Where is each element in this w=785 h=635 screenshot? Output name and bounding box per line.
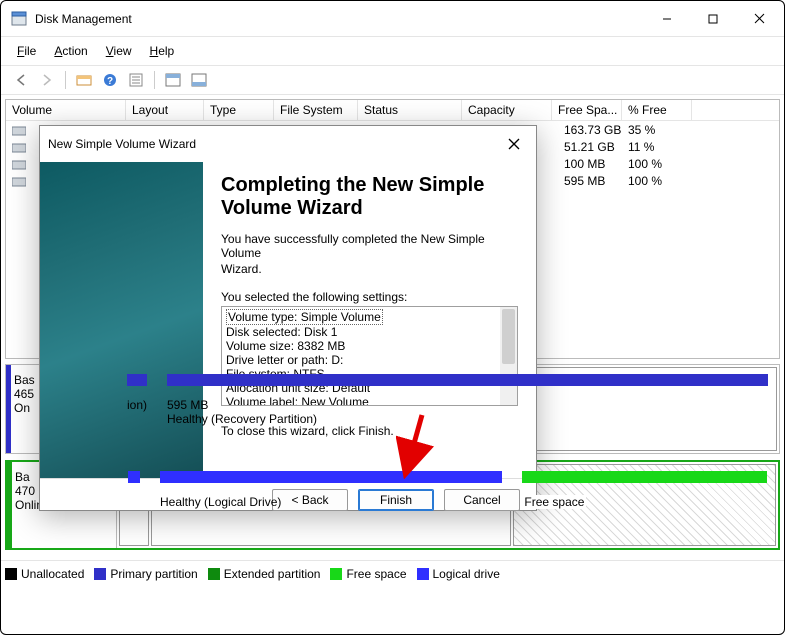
legend: Unallocated Primary partition Extended p…: [1, 560, 784, 587]
col-freespace[interactable]: Free Spa...: [552, 100, 622, 120]
menu-view[interactable]: View: [98, 41, 140, 61]
app-icon: [11, 11, 27, 27]
col-percentfree[interactable]: % Free: [622, 100, 692, 120]
window-title: Disk Management: [35, 12, 644, 26]
forward-button[interactable]: [35, 69, 59, 91]
menu-file[interactable]: File: [9, 41, 44, 61]
new-simple-volume-wizard: New Simple Volume Wizard Completing the …: [39, 125, 537, 511]
window-titlebar: Disk Management: [1, 1, 784, 37]
volume-icon: [12, 175, 26, 187]
back-button[interactable]: [9, 69, 33, 91]
view-top-icon[interactable]: [161, 69, 185, 91]
col-layout[interactable]: Layout: [126, 100, 204, 120]
svg-text:?: ?: [107, 76, 113, 87]
partition-logical[interactable]: Healthy (Logical Drive): [151, 464, 511, 546]
menubar: File Action View Help: [1, 37, 784, 65]
wizard-close-button[interactable]: [500, 132, 528, 156]
volume-icon: [12, 141, 26, 153]
volume-icon: [12, 158, 26, 170]
settings-label: You selected the following settings:: [221, 290, 518, 304]
menu-help[interactable]: Help: [142, 41, 183, 61]
help-icon[interactable]: ?: [98, 69, 122, 91]
col-type[interactable]: Type: [204, 100, 274, 120]
wizard-title: New Simple Volume Wizard: [48, 137, 500, 151]
partition-free-space[interactable]: Free space: [513, 464, 776, 546]
maximize-button[interactable]: [690, 5, 736, 33]
wizard-heading: Completing the New Simple Volume Wizard: [221, 174, 518, 220]
toolbar: ?: [1, 65, 784, 95]
col-volume[interactable]: Volume: [6, 100, 126, 120]
wizard-sidebar-image: [40, 162, 203, 478]
close-hint: To close this wizard, click Finish.: [221, 424, 518, 438]
properties-icon[interactable]: [124, 69, 148, 91]
settings-summary-box[interactable]: Volume type: Simple Volume Disk selected…: [221, 306, 518, 406]
scrollbar[interactable]: [500, 307, 517, 405]
col-capacity[interactable]: Capacity: [462, 100, 552, 120]
menu-action[interactable]: Action: [46, 41, 95, 61]
col-status[interactable]: Status: [358, 100, 462, 120]
settings-icon[interactable]: [72, 69, 96, 91]
view-bottom-icon[interactable]: [187, 69, 211, 91]
close-button[interactable]: [736, 5, 782, 33]
volume-icon: [12, 124, 26, 136]
col-filesystem[interactable]: File System: [274, 100, 358, 120]
minimize-button[interactable]: [644, 5, 690, 33]
